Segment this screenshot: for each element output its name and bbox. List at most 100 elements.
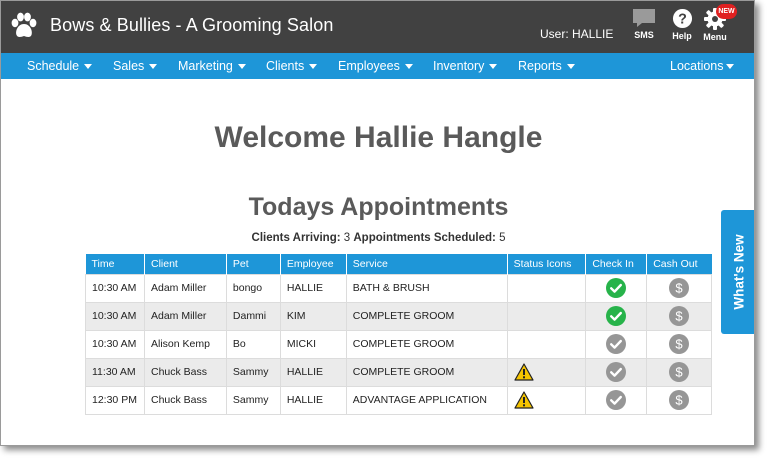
appointments-scheduled-count: 5 [499,232,506,244]
cell-time: 10:30 AM [85,329,145,359]
sms-button[interactable]: SMS [627,8,661,44]
chevron-down-icon [237,64,246,70]
chevron-down-icon [404,64,413,70]
cell-pet: Dammi [225,301,281,331]
cell-check-in [585,357,648,387]
checked-in-icon[interactable] [606,306,627,326]
nav-inventory[interactable]: Inventory [433,53,498,79]
column-header-time: Time [85,254,145,274]
table-row: 10:30 AM Adam Miller bongo HALLIE BATH & BRU… [85,273,712,303]
cell-time: 10:30 AM [85,273,145,303]
table-row: 11:30 AM Chuck Bass Sammy HALLIE COMPLETE GR… [85,357,712,387]
column-header-pet: Pet [226,254,281,274]
chevron-down-icon [489,64,498,70]
app-window: Bows & Bullies - A Grooming Salon User: … [0,0,755,446]
appointments-table-body: 10:30 AM Adam Miller bongo HALLIE BATH & BRU… [85,273,712,415]
cell-pet: Sammy [225,357,281,387]
main-nav: Schedule Sales Marketing Clients Employe… [1,53,754,79]
svg-text:$: $ [675,337,683,352]
appointments-summary: Clients Arriving: 3 Appointments Schedul… [1,232,754,244]
cash-out-icon[interactable]: $ [669,390,690,410]
cell-check-in [585,385,648,415]
new-badge: NEW [716,4,737,19]
cell-service: COMPLETE GROOM [345,329,508,359]
cell-check-in [585,329,648,359]
nav-schedule-label: Schedule [27,59,80,73]
cell-employee: HALLIE [279,273,347,303]
cash-out-icon[interactable]: $ [669,362,690,382]
check-in-icon[interactable] [606,390,627,410]
chevron-down-icon [149,64,158,70]
table-header-row: Time Client Pet Employee Service Status … [85,254,712,274]
column-header-client: Client [144,254,227,274]
cell-employee: HALLIE [279,385,347,415]
cell-check-in [585,273,648,303]
cell-check-in [585,301,648,331]
checked-in-icon[interactable] [606,278,627,298]
appointments-table: Time Client Pet Employee Service Status … [85,254,712,415]
nav-sales-label: Sales [113,59,145,73]
cell-employee: MICKI [279,329,347,359]
warning-icon [514,363,534,381]
appointments-heading: Todays Appointments [248,193,509,221]
cell-cash-out: $ [646,329,712,359]
nav-clients-label: Clients [266,59,305,73]
nav-reports[interactable]: Reports [518,53,575,79]
app-title: Bows & Bullies - A Grooming Salon [50,15,334,35]
column-header-status-icons: Status Icons [507,254,587,274]
whats-new-tab[interactable]: What's New [721,210,754,334]
cell-pet: Sammy [225,385,281,415]
cell-client: Adam Miller [143,273,227,303]
check-in-icon[interactable] [606,334,627,354]
cell-time: 11:30 AM [85,357,145,387]
column-header-check-in: Check In [585,254,648,274]
cell-pet: Bo [225,329,281,359]
column-header-service: Service [346,254,508,274]
cell-time: 10:30 AM [85,301,145,331]
cell-employee: KIM [279,301,347,331]
chevron-down-icon [84,64,93,70]
cash-out-icon[interactable]: $ [669,334,690,354]
cell-status-icons [506,329,587,359]
nav-sales[interactable]: Sales [113,53,158,79]
cell-status-icons [506,357,587,387]
check-in-icon[interactable] [606,362,627,382]
cash-out-icon[interactable]: $ [669,278,690,298]
cell-cash-out: $ [646,385,712,415]
cell-employee: HALLIE [279,357,347,387]
nav-schedule[interactable]: Schedule [27,53,93,79]
nav-employees-label: Employees [338,59,400,73]
column-header-cash-out: Cash Out [646,254,712,274]
cell-cash-out: $ [646,273,712,303]
chevron-down-icon [725,64,734,70]
appointments-scheduled-label: Appointments Scheduled: [353,232,496,244]
cell-client: Alison Kemp [143,329,227,359]
menu-label: Menu [703,32,727,42]
current-user-label: User: HALLIE [540,27,614,41]
help-button[interactable]: ? Help [665,8,699,44]
help-label: Help [672,31,692,41]
table-row: 10:30 AM Adam Miller Dammi KIM COMPLETE GROO… [85,301,712,331]
help-icon: ? [672,8,692,29]
nav-marketing-label: Marketing [178,59,233,73]
svg-text:$: $ [675,365,683,380]
svg-text:$: $ [675,393,683,408]
cell-time: 12:30 PM [85,385,145,415]
nav-locations[interactable]: Locations [670,53,734,79]
nav-marketing[interactable]: Marketing [178,53,246,79]
table-row: 12:30 PM Chuck Bass Sammy HALLIE ADVANTAGE A… [85,385,712,415]
whats-new-label: What's New [731,234,746,310]
cell-service: COMPLETE GROOM [345,357,508,387]
nav-clients[interactable]: Clients [266,53,318,79]
svg-text:$: $ [675,281,683,296]
nav-employees[interactable]: Employees [338,53,413,79]
paw-logo-icon [11,12,37,37]
nav-reports-label: Reports [518,59,562,73]
cell-service: BATH & BRUSH [345,273,508,303]
cell-client: Adam Miller [143,301,227,331]
table-row: 10:30 AM Alison Kemp Bo MICKI COMPLETE GROOM… [85,329,712,359]
sms-label: SMS [634,30,654,40]
clients-arriving-label: Clients Arriving: [251,232,341,244]
cell-cash-out: $ [646,301,712,331]
cash-out-icon[interactable]: $ [669,306,690,326]
